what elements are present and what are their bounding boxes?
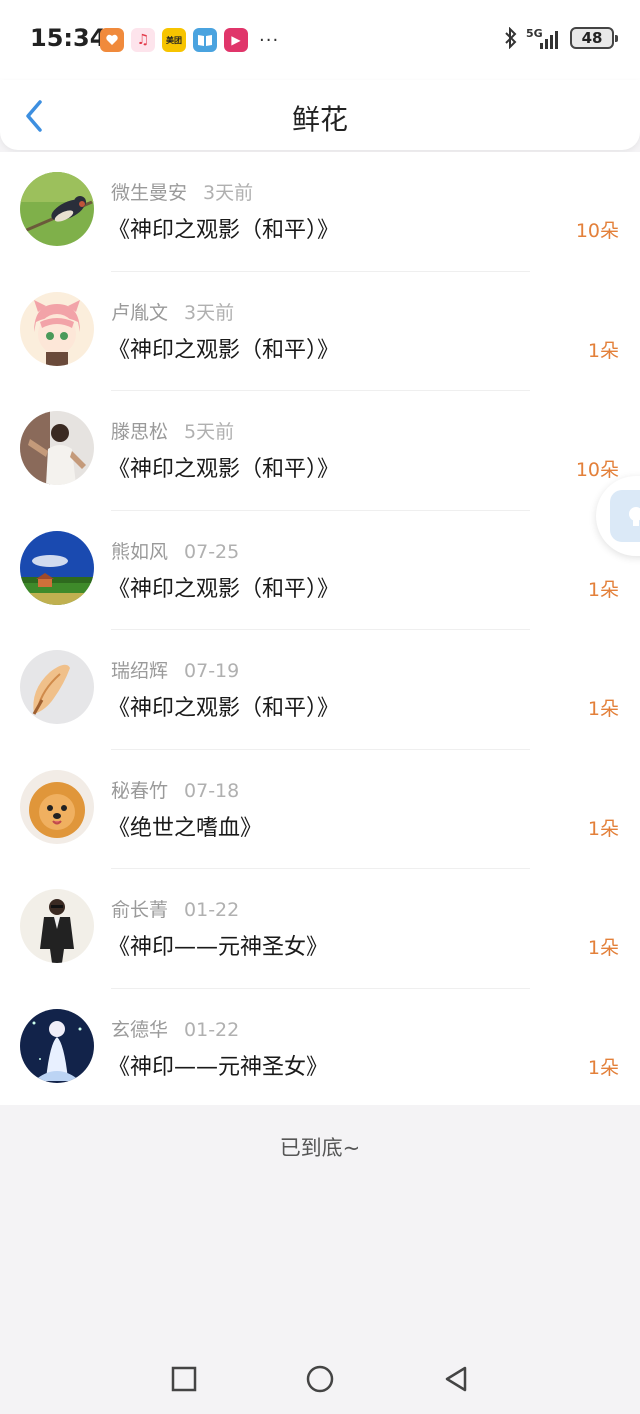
flower-count: 1朵	[587, 1056, 619, 1079]
user-name: 瑞绍辉 07-19	[111, 660, 240, 682]
home-button[interactable]	[305, 1364, 335, 1394]
time-ago: 07-18	[184, 779, 240, 802]
time-ago: 07-19	[184, 660, 240, 682]
flower-count: 1朵	[587, 339, 619, 362]
list-item[interactable]: 瑞绍辉 07-19 《神印之观影（和平）》 1朵	[0, 630, 640, 750]
flower-count: 10朵	[575, 220, 619, 242]
square-icon	[171, 1366, 197, 1392]
user-name: 秘春竹 07-18	[111, 779, 240, 802]
book-title: 《神印之观影（和平）》	[108, 576, 340, 602]
book-icon	[193, 28, 217, 52]
app-icon-orange-heart	[100, 28, 124, 52]
list-item[interactable]: 卢胤文 3天前 《神印之观影（和平）》 1朵	[0, 272, 640, 391]
book-title: 《绝世之嗜血》	[108, 815, 263, 841]
flower-count: 1朵	[587, 578, 619, 601]
avatar-bird	[20, 172, 94, 246]
list-item[interactable]: 熊如风 07-25 《神印之观影（和平）》 1朵	[0, 511, 640, 630]
battery-indicator: 48	[570, 27, 618, 49]
list-item[interactable]: 滕思松 5天前 《神印之观影（和平）》 10朵	[0, 391, 640, 511]
list-item[interactable]: 俞长菁 01-22 《神印——元神圣女》 1朵	[0, 869, 640, 989]
time-ago: 01-22	[184, 1018, 240, 1041]
notification-icons: ♫ 美团 ▶ ···	[100, 28, 279, 52]
avatar[interactable]	[20, 889, 94, 963]
bluetooth-icon	[505, 27, 517, 49]
avatar-anime-night	[20, 1008, 94, 1083]
book-title: 《神印之观影（和平）》	[108, 696, 340, 721]
user-name: 玄德华 01-22	[111, 1018, 240, 1041]
book-title: 《神印——元神圣女》	[108, 1054, 329, 1080]
system-status: 5G 48	[504, 27, 618, 49]
clock: 15:34	[30, 24, 107, 52]
time-ago: 07-25	[184, 540, 240, 563]
avatar-dog	[20, 769, 94, 844]
header: 鲜花	[0, 80, 640, 150]
avatar-seashell	[20, 650, 94, 724]
avatar[interactable]	[20, 411, 94, 485]
circle-icon	[306, 1365, 334, 1393]
user-name: 熊如风 07-25	[111, 540, 240, 563]
time-ago: 5天前	[184, 421, 235, 443]
avatar-landscape	[20, 530, 94, 605]
flower-count: 10朵	[575, 459, 619, 481]
avatar-man-suit	[20, 889, 94, 963]
book-title: 《神印之观影（和平）》	[108, 337, 340, 363]
user-name: 卢胤文 3天前	[111, 301, 235, 324]
flower-count: 1朵	[587, 937, 619, 959]
time-ago: 01-22	[184, 899, 240, 921]
user-name: 俞长菁 01-22	[111, 899, 240, 921]
back-nav-button[interactable]	[441, 1364, 471, 1394]
system-nav-bar	[0, 1344, 640, 1414]
avatar[interactable]	[20, 769, 94, 844]
list-item[interactable]: 玄德华 01-22 《神印——元神圣女》 1朵	[0, 989, 640, 1105]
time-ago: 3天前	[203, 182, 254, 204]
page-title: 鲜花	[291, 103, 348, 136]
list-item[interactable]: 微生曼安 3天前 《神印之观影（和平）》 10朵	[0, 152, 640, 272]
avatar-man-photo	[20, 411, 94, 485]
user-name: 滕思松 5天前	[111, 421, 235, 443]
time-ago: 3天前	[184, 301, 235, 324]
avatar[interactable]	[20, 530, 94, 605]
flower-count: 1朵	[587, 698, 619, 720]
avatar[interactable]	[20, 1008, 94, 1083]
avatar-anime-girl	[20, 291, 94, 366]
user-name: 微生曼安 3天前	[111, 182, 254, 204]
meituan-icon: 美团	[162, 28, 186, 52]
book-title: 《神印之观影（和平）》	[108, 218, 340, 243]
avatar[interactable]	[20, 172, 94, 246]
list-item[interactable]: 秘春竹 07-18 《绝世之嗜血》 1朵	[0, 750, 640, 869]
avatar[interactable]	[20, 291, 94, 366]
recent-apps-button[interactable]	[169, 1364, 199, 1394]
flower-list: 微生曼安 3天前 《神印之观影（和平）》 10朵 卢胤文 3天前 《神印之观影（和平…	[0, 152, 640, 1105]
end-of-list-text: 已到底~	[279, 1136, 361, 1160]
book-title: 《神印之观影（和平）》	[108, 457, 340, 482]
status-bar: 15:34 ♫ 美团 ▶ ··· 5G 48	[0, 0, 640, 80]
avatar[interactable]	[20, 650, 94, 724]
book-title: 《神印——元神圣女》	[108, 935, 329, 960]
assistant-icon	[610, 490, 640, 542]
more-notifications-icon: ···	[259, 29, 280, 51]
music-note-icon: ♫	[131, 28, 155, 52]
signal-icon: 5G	[526, 27, 562, 49]
video-play-icon: ▶	[224, 28, 248, 52]
flower-count: 1朵	[587, 817, 619, 840]
triangle-back-icon	[445, 1366, 467, 1392]
